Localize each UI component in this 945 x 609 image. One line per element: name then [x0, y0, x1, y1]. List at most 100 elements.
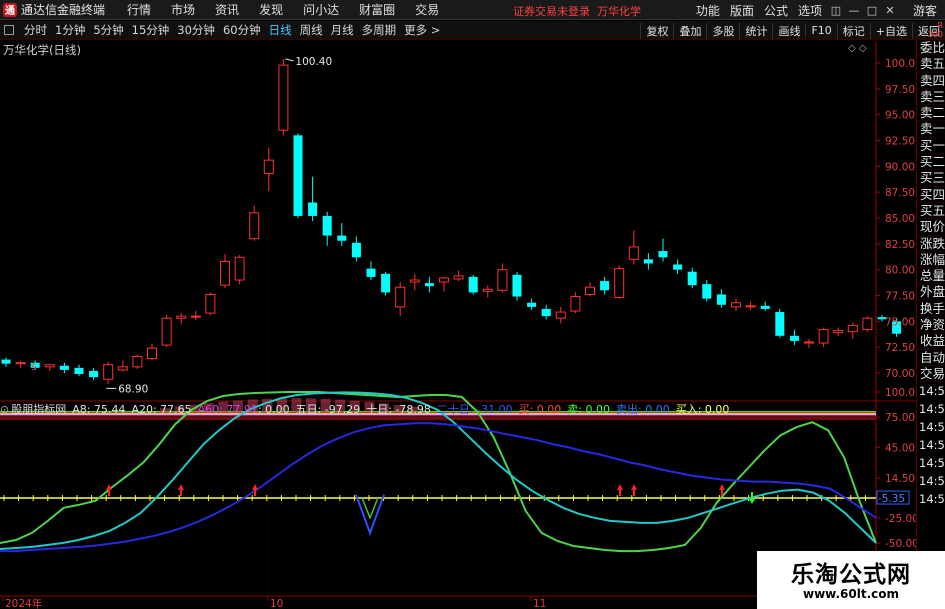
side-time: 14:56: [919, 474, 945, 489]
ind-tick-label: -5.35: [878, 493, 905, 505]
btn-add-watchlist[interactable]: +自选: [869, 22, 912, 39]
guest-label[interactable]: 游客: [899, 2, 945, 19]
side-item[interactable]: 涨跌: [917, 236, 945, 252]
side-item[interactable]: 委比: [917, 40, 945, 57]
menu-formula[interactable]: 公式: [759, 2, 793, 19]
menu-bar: 通 通达信金融终端 行情 市场 资讯 发现 问小达 财富圈 交易 证券交易未登录…: [0, 0, 945, 20]
indicator-bar: ⊙ 股朋指标网 A8: 75.44 A20: 77.65 A60: 77.91 …: [0, 401, 735, 417]
side-item[interactable]: 总量: [917, 268, 945, 285]
candle-body: [760, 305, 770, 309]
time-axis-label: 11: [533, 598, 546, 609]
side-item[interactable]: 净资: [917, 317, 945, 334]
btn-f10[interactable]: F10: [805, 24, 836, 37]
buy-arrow-icon: [106, 484, 112, 497]
menu-item-wealth[interactable]: 财富圈: [349, 1, 405, 18]
period-60min[interactable]: 60分钟: [219, 22, 265, 38]
close-icon[interactable]: ✕: [881, 4, 899, 17]
panel-toggle-icon[interactable]: [4, 25, 14, 35]
period-30min[interactable]: 30分钟: [173, 22, 219, 38]
indicator-extra: : 0.00: [257, 402, 290, 416]
candle-body: [74, 367, 84, 375]
candle-body: [847, 324, 858, 333]
side-item[interactable]: 买四: [917, 187, 945, 203]
menu-item-discover[interactable]: 发现: [249, 1, 293, 18]
candle-body: [745, 305, 756, 308]
shirt-icon[interactable]: ◫: [827, 4, 845, 17]
indicator-collapse-icon[interactable]: ⊙: [0, 403, 9, 416]
minimize-icon[interactable]: —: [845, 4, 863, 17]
menu-options[interactable]: 选项: [793, 2, 827, 19]
side-item[interactable]: 涨幅: [917, 252, 945, 269]
low-label: 68.90: [118, 383, 148, 395]
indicator-buy: 买: 0.00: [518, 403, 562, 416]
menu-item-news[interactable]: 资讯: [205, 1, 249, 18]
menu-item-trade[interactable]: 交易: [405, 1, 449, 18]
period-5min[interactable]: 5分钟: [89, 22, 127, 38]
btn-statistics[interactable]: 统计: [739, 22, 772, 39]
side-time: 14:56: [919, 492, 945, 507]
period-15min[interactable]: 15分钟: [128, 22, 174, 38]
chart-title: 万华化学(日线): [3, 43, 81, 57]
menu-function[interactable]: 功能: [691, 2, 725, 19]
ind-tick-label: 75.00: [885, 412, 915, 424]
side-item[interactable]: 收益: [917, 333, 945, 350]
chart-controls-icon[interactable]: ◇ ◇: [848, 43, 867, 54]
indicator-sell: 卖: 0.00: [567, 403, 610, 416]
candle-body: [147, 347, 157, 360]
candle-body: [205, 293, 216, 314]
period-multi[interactable]: 多周期: [358, 22, 401, 38]
side-item[interactable]: 外盘: [917, 284, 945, 301]
side-item[interactable]: 卖三: [917, 89, 945, 106]
chart-canvas[interactable]: 100.40 68.90 S 100.0 97.50 95.00 92.50 90.00 87…: [0, 41, 916, 609]
side-times: 14:56 14:56 14:56 14:56 14:56 14:56 14:56: [917, 382, 945, 508]
side-item[interactable]: 买五: [917, 203, 945, 220]
side-item[interactable]: 卖四: [917, 73, 945, 89]
candle-body: [731, 302, 741, 308]
candle-body: [190, 315, 201, 318]
period-1min[interactable]: 1分钟: [51, 22, 89, 38]
side-item[interactable]: 买三: [917, 170, 945, 187]
candle-body: [527, 302, 537, 307]
candle-body: [570, 296, 581, 312]
side-item[interactable]: 卖五: [917, 56, 945, 73]
menu-item-quotes[interactable]: 行情: [117, 1, 161, 18]
candle-body: [585, 286, 595, 295]
btn-mark[interactable]: 标记: [836, 22, 870, 39]
candle-body: [322, 215, 332, 236]
indicator-name[interactable]: 股朋指标网: [11, 401, 66, 417]
menu-item-ask[interactable]: 问小达: [293, 1, 349, 18]
period-monthly[interactable]: 月线: [327, 22, 358, 38]
btn-multi-stock[interactable]: 多股: [706, 22, 739, 39]
high-arrow: [285, 58, 294, 62]
side-item[interactable]: 交易: [917, 366, 945, 383]
menu-item-market[interactable]: 市场: [161, 1, 205, 18]
indicator-line-a60: [0, 422, 877, 553]
candle-body: [818, 329, 829, 344]
candle-body: [161, 317, 172, 346]
candle-body: [351, 242, 361, 258]
side-item[interactable]: 换手: [917, 301, 945, 318]
btn-overlay[interactable]: 叠加: [673, 22, 706, 39]
menu-layout[interactable]: 版面: [725, 2, 759, 19]
side-item[interactable]: 卖二: [917, 105, 945, 122]
btn-draw[interactable]: 画线: [772, 22, 805, 39]
candle-body: [89, 370, 99, 378]
indicator-a8: A8: 75.44: [72, 402, 126, 416]
candle-body: [220, 260, 230, 286]
period-timeshare[interactable]: 分时: [20, 22, 51, 38]
btn-adjust[interactable]: 复权: [640, 22, 673, 39]
period-weekly[interactable]: 周线: [296, 22, 327, 38]
period-more[interactable]: 更多 >: [400, 22, 444, 38]
candle-body: [1, 359, 11, 364]
side-item[interactable]: 现价: [917, 219, 945, 236]
indicator-d10: 十日: -78.98: [366, 403, 431, 416]
side-item[interactable]: 买一: [917, 138, 945, 155]
period-daily[interactable]: 日线: [265, 22, 296, 38]
side-item[interactable]: 买二: [917, 154, 945, 171]
corner-tag: R 300: [917, 21, 945, 40]
maximize-icon[interactable]: □: [863, 4, 881, 17]
indicator-a60: A60: 77.91: [197, 402, 258, 416]
side-item[interactable]: 自动: [917, 350, 945, 366]
side-item[interactable]: 卖一: [917, 121, 945, 138]
price-tick-label: 77.50: [885, 291, 915, 303]
